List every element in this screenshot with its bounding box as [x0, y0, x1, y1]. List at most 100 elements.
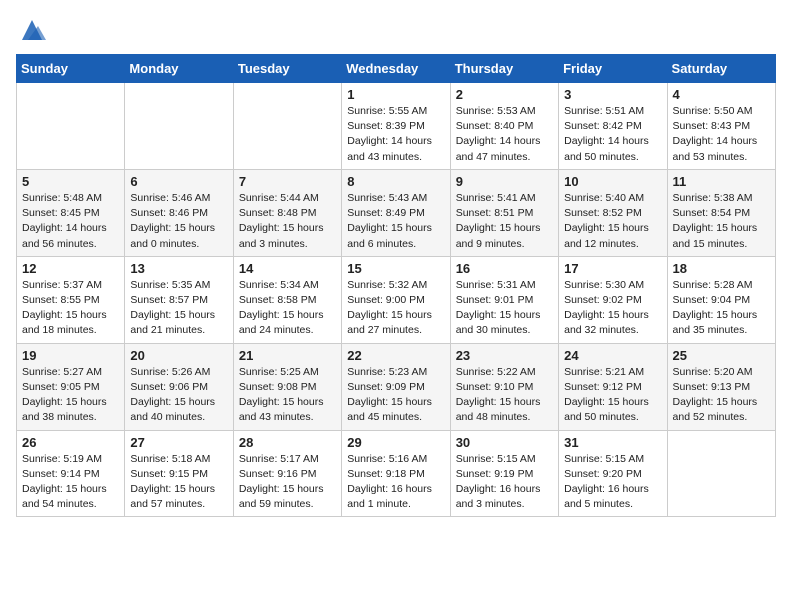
day-info: Sunrise: 5:31 AM Sunset: 9:01 PM Dayligh…	[456, 278, 553, 339]
day-info: Sunrise: 5:51 AM Sunset: 8:42 PM Dayligh…	[564, 104, 661, 165]
day-number: 10	[564, 174, 661, 189]
day-info: Sunrise: 5:23 AM Sunset: 9:09 PM Dayligh…	[347, 365, 444, 426]
day-number: 25	[673, 348, 770, 363]
day-number: 22	[347, 348, 444, 363]
day-cell: 2 Sunrise: 5:53 AM Sunset: 8:40 PM Daylig…	[450, 83, 558, 170]
day-cell: 15Sunrise: 5:32 AM Sunset: 9:00 PM Dayli…	[342, 256, 450, 343]
day-info: Sunrise: 5:16 AM Sunset: 9:18 PM Dayligh…	[347, 452, 444, 513]
day-cell: 23 Sunrise: 5:22 AM Sunset: 9:10 PM Dayli…	[450, 343, 558, 430]
day-info: Sunrise: 5:55 AM Sunset: 8:39 PM Dayligh…	[347, 104, 444, 165]
day-number: 30	[456, 435, 553, 450]
day-cell: 14 Sunrise: 5:34 AM Sunset: 8:58 PM Dayli…	[233, 256, 341, 343]
day-cell: 1 Sunrise: 5:55 AM Sunset: 8:39 PM Daylig…	[342, 83, 450, 170]
day-cell: 26Sunrise: 5:19 AM Sunset: 9:14 PM Dayli…	[17, 430, 125, 517]
day-cell: 18 Sunrise: 5:28 AM Sunset: 9:04 PM Dayli…	[667, 256, 775, 343]
day-info: Sunrise: 5:18 AM Sunset: 9:15 PM Dayligh…	[130, 452, 227, 513]
weekday-header-row: SundayMondayTuesdayWednesdayThursdayFrid…	[17, 55, 776, 83]
day-info: Sunrise: 5:37 AM Sunset: 8:55 PM Dayligh…	[22, 278, 119, 339]
day-cell: 22 Sunrise: 5:23 AM Sunset: 9:09 PM Dayli…	[342, 343, 450, 430]
day-info: Sunrise: 5:46 AM Sunset: 8:46 PM Dayligh…	[130, 191, 227, 252]
day-number: 21	[239, 348, 336, 363]
day-info: Sunrise: 5:53 AM Sunset: 8:40 PM Dayligh…	[456, 104, 553, 165]
day-info: Sunrise: 5:43 AM Sunset: 8:49 PM Dayligh…	[347, 191, 444, 252]
day-number: 14	[239, 261, 336, 276]
day-info: Sunrise: 5:34 AM Sunset: 8:58 PM Dayligh…	[239, 278, 336, 339]
day-number: 8	[347, 174, 444, 189]
day-info: Sunrise: 5:27 AM Sunset: 9:05 PM Dayligh…	[22, 365, 119, 426]
day-cell: 11 Sunrise: 5:38 AM Sunset: 8:54 PM Dayli…	[667, 169, 775, 256]
day-info: Sunrise: 5:35 AM Sunset: 8:57 PM Dayligh…	[130, 278, 227, 339]
day-number: 18	[673, 261, 770, 276]
weekday-header-monday: Monday	[125, 55, 233, 83]
day-cell: 4Sunrise: 5:50 AM Sunset: 8:43 PM Daylig…	[667, 83, 775, 170]
day-number: 2	[456, 87, 553, 102]
day-cell: 19 Sunrise: 5:27 AM Sunset: 9:05 PM Dayli…	[17, 343, 125, 430]
day-cell: 28Sunrise: 5:17 AM Sunset: 9:16 PM Dayli…	[233, 430, 341, 517]
day-number: 17	[564, 261, 661, 276]
day-cell: 9 Sunrise: 5:41 AM Sunset: 8:51 PM Daylig…	[450, 169, 558, 256]
day-info: Sunrise: 5:17 AM Sunset: 9:16 PM Dayligh…	[239, 452, 336, 513]
day-number: 29	[347, 435, 444, 450]
day-info: Sunrise: 5:21 AM Sunset: 9:12 PM Dayligh…	[564, 365, 661, 426]
day-info: Sunrise: 5:15 AM Sunset: 9:19 PM Dayligh…	[456, 452, 553, 513]
day-cell: 3 Sunrise: 5:51 AM Sunset: 8:42 PM Daylig…	[559, 83, 667, 170]
day-info: Sunrise: 5:48 AM Sunset: 8:45 PM Dayligh…	[22, 191, 119, 252]
day-info: Sunrise: 5:38 AM Sunset: 8:54 PM Dayligh…	[673, 191, 770, 252]
day-number: 1	[347, 87, 444, 102]
day-info: Sunrise: 5:26 AM Sunset: 9:06 PM Dayligh…	[130, 365, 227, 426]
page-header	[16, 16, 776, 44]
day-info: Sunrise: 5:19 AM Sunset: 9:14 PM Dayligh…	[22, 452, 119, 513]
day-info: Sunrise: 5:50 AM Sunset: 8:43 PM Dayligh…	[673, 104, 770, 165]
day-number: 23	[456, 348, 553, 363]
day-cell	[233, 83, 341, 170]
day-cell: 20 Sunrise: 5:26 AM Sunset: 9:06 PM Dayli…	[125, 343, 233, 430]
calendar-table: SundayMondayTuesdayWednesdayThursdayFrid…	[16, 54, 776, 517]
day-number: 13	[130, 261, 227, 276]
logo	[16, 16, 46, 44]
weekday-header-thursday: Thursday	[450, 55, 558, 83]
day-number: 19	[22, 348, 119, 363]
day-info: Sunrise: 5:28 AM Sunset: 9:04 PM Dayligh…	[673, 278, 770, 339]
day-cell: 17 Sunrise: 5:30 AM Sunset: 9:02 PM Dayli…	[559, 256, 667, 343]
day-info: Sunrise: 5:20 AM Sunset: 9:13 PM Dayligh…	[673, 365, 770, 426]
weekday-header-sunday: Sunday	[17, 55, 125, 83]
day-number: 11	[673, 174, 770, 189]
day-info: Sunrise: 5:25 AM Sunset: 9:08 PM Dayligh…	[239, 365, 336, 426]
day-cell: 25 Sunrise: 5:20 AM Sunset: 9:13 PM Dayli…	[667, 343, 775, 430]
day-number: 15	[347, 261, 444, 276]
day-cell: 5 Sunrise: 5:48 AM Sunset: 8:45 PM Daylig…	[17, 169, 125, 256]
weekday-header-wednesday: Wednesday	[342, 55, 450, 83]
logo-icon	[18, 16, 46, 44]
week-row-2: 5 Sunrise: 5:48 AM Sunset: 8:45 PM Daylig…	[17, 169, 776, 256]
day-number: 31	[564, 435, 661, 450]
day-info: Sunrise: 5:22 AM Sunset: 9:10 PM Dayligh…	[456, 365, 553, 426]
day-number: 24	[564, 348, 661, 363]
week-row-5: 26Sunrise: 5:19 AM Sunset: 9:14 PM Dayli…	[17, 430, 776, 517]
day-info: Sunrise: 5:15 AM Sunset: 9:20 PM Dayligh…	[564, 452, 661, 513]
day-number: 3	[564, 87, 661, 102]
day-info: Sunrise: 5:40 AM Sunset: 8:52 PM Dayligh…	[564, 191, 661, 252]
day-cell: 31 Sunrise: 5:15 AM Sunset: 9:20 PM Dayli…	[559, 430, 667, 517]
day-number: 20	[130, 348, 227, 363]
day-number: 16	[456, 261, 553, 276]
week-row-1: 1 Sunrise: 5:55 AM Sunset: 8:39 PM Daylig…	[17, 83, 776, 170]
weekday-header-saturday: Saturday	[667, 55, 775, 83]
day-number: 12	[22, 261, 119, 276]
day-number: 7	[239, 174, 336, 189]
day-cell: 7 Sunrise: 5:44 AM Sunset: 8:48 PM Daylig…	[233, 169, 341, 256]
day-cell: 6 Sunrise: 5:46 AM Sunset: 8:46 PM Daylig…	[125, 169, 233, 256]
day-number: 5	[22, 174, 119, 189]
weekday-header-friday: Friday	[559, 55, 667, 83]
weekday-header-tuesday: Tuesday	[233, 55, 341, 83]
week-row-3: 12 Sunrise: 5:37 AM Sunset: 8:55 PM Dayli…	[17, 256, 776, 343]
day-info: Sunrise: 5:44 AM Sunset: 8:48 PM Dayligh…	[239, 191, 336, 252]
day-info: Sunrise: 5:30 AM Sunset: 9:02 PM Dayligh…	[564, 278, 661, 339]
day-number: 6	[130, 174, 227, 189]
day-number: 27	[130, 435, 227, 450]
day-cell	[125, 83, 233, 170]
day-cell: 29 Sunrise: 5:16 AM Sunset: 9:18 PM Dayli…	[342, 430, 450, 517]
day-cell: 12 Sunrise: 5:37 AM Sunset: 8:55 PM Dayli…	[17, 256, 125, 343]
day-info: Sunrise: 5:41 AM Sunset: 8:51 PM Dayligh…	[456, 191, 553, 252]
day-number: 9	[456, 174, 553, 189]
day-cell: 8 Sunrise: 5:43 AM Sunset: 8:49 PM Daylig…	[342, 169, 450, 256]
